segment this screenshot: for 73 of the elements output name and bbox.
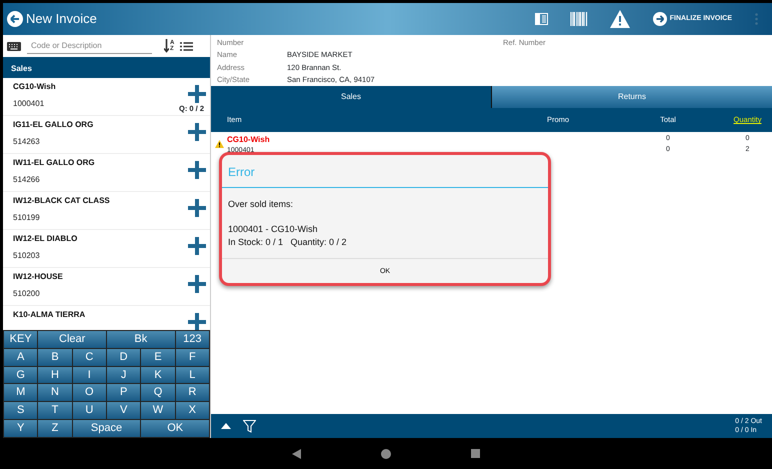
screen-title: New Invoice [26, 10, 97, 28]
item-code: 510203 [13, 250, 40, 262]
item-code: 510199 [13, 212, 40, 224]
item-name: IW12-EL DIABLO [13, 233, 78, 245]
add-icon[interactable] [188, 313, 206, 330]
keyboard-key[interactable]: S [4, 402, 38, 420]
keyboard-key[interactable]: N [38, 384, 72, 402]
keyboard-key[interactable]: Z [38, 420, 72, 437]
add-icon[interactable] [188, 161, 206, 179]
keyboard-key[interactable]: V [106, 402, 140, 420]
add-icon[interactable] [188, 275, 206, 293]
item-code: 510200 [13, 288, 40, 300]
list-header: Sales [3, 57, 210, 78]
back-icon[interactable] [7, 11, 23, 27]
keyboard-key[interactable]: F [176, 348, 209, 366]
keyboard-key[interactable]: Y [4, 420, 38, 437]
keyboard-key[interactable]: X [176, 402, 209, 420]
keyboard-key[interactable]: K [141, 366, 175, 384]
keyboard-key[interactable]: KEY [4, 331, 38, 348]
home-nav-icon[interactable] [381, 448, 391, 458]
tab[interactable]: Returns [491, 86, 772, 108]
keyboard-key[interactable]: M [4, 384, 38, 402]
keyboard-key[interactable]: U [72, 402, 106, 420]
item-name: IW11-EL GALLO ORG [13, 157, 96, 169]
item-name: IW12-BLACK CAT CLASS [13, 195, 111, 207]
keyboard-key[interactable]: Clear [38, 331, 106, 348]
keyboard-key[interactable]: I [72, 366, 106, 384]
keyboard-key[interactable]: W [141, 402, 175, 420]
item-name: IW12-HOUSE [13, 271, 64, 283]
item-code: 514266 [13, 174, 40, 186]
keyboard-key[interactable]: A [4, 348, 38, 366]
tab[interactable]: Sales [211, 86, 491, 108]
barcode-icon[interactable] [570, 12, 588, 26]
item-name: K10-ALMA TIERRA [13, 309, 86, 321]
keyboard-key[interactable]: Bk [106, 331, 175, 348]
sort-arrow-icon[interactable] [164, 39, 169, 53]
filter-icon[interactable] [243, 420, 256, 432]
keyboard-key[interactable]: E [141, 348, 175, 366]
keyboard-key[interactable]: OK [141, 420, 209, 437]
expand-up-icon[interactable] [221, 423, 231, 429]
arrow-right-icon [652, 12, 667, 26]
keyboard-key[interactable]: R [176, 384, 209, 402]
keyboard-key[interactable]: D [106, 348, 140, 366]
warning-icon[interactable] [610, 10, 630, 28]
dialog-title: Error [222, 155, 548, 188]
keyboard-key[interactable]: 123 [176, 331, 209, 348]
keyboard-key[interactable]: L [176, 366, 209, 384]
list-icon[interactable] [180, 42, 194, 50]
dialog-text: In Stock: 0 / 1 Quantity: 0 / 2 [228, 236, 348, 249]
panel-icon[interactable] [534, 13, 548, 25]
add-icon[interactable] [188, 85, 206, 103]
add-icon[interactable] [188, 123, 206, 141]
keyboard-key[interactable]: O [72, 384, 106, 402]
keyboard-key[interactable]: Space [72, 420, 140, 437]
item-name: IG11-EL GALLO ORG [13, 119, 94, 131]
keyboard-key[interactable]: C [72, 348, 106, 366]
item-code: 1000401 [13, 98, 44, 110]
dialog-text: 1000401 - CG10-Wish [228, 222, 319, 236]
keyboard-key[interactable]: G [4, 366, 38, 384]
item-name: CG10-Wish [13, 81, 57, 93]
add-icon[interactable] [188, 199, 206, 217]
add-icon[interactable] [188, 237, 206, 255]
keyboard-key[interactable]: T [38, 402, 72, 420]
back-nav-icon[interactable] [292, 448, 301, 458]
item-name: CG10-Wish [227, 134, 271, 146]
keyboard-key[interactable]: H [38, 366, 72, 384]
keyboard-key[interactable]: B [38, 348, 72, 366]
keyboard-key[interactable]: J [106, 366, 140, 384]
dialog-text: Over sold items: [228, 198, 294, 211]
keyboard-icon[interactable] [7, 42, 21, 50]
keyboard-key[interactable]: Q [141, 384, 175, 402]
keyboard-key[interactable]: P [106, 384, 140, 402]
item-code: 514263 [13, 136, 40, 148]
